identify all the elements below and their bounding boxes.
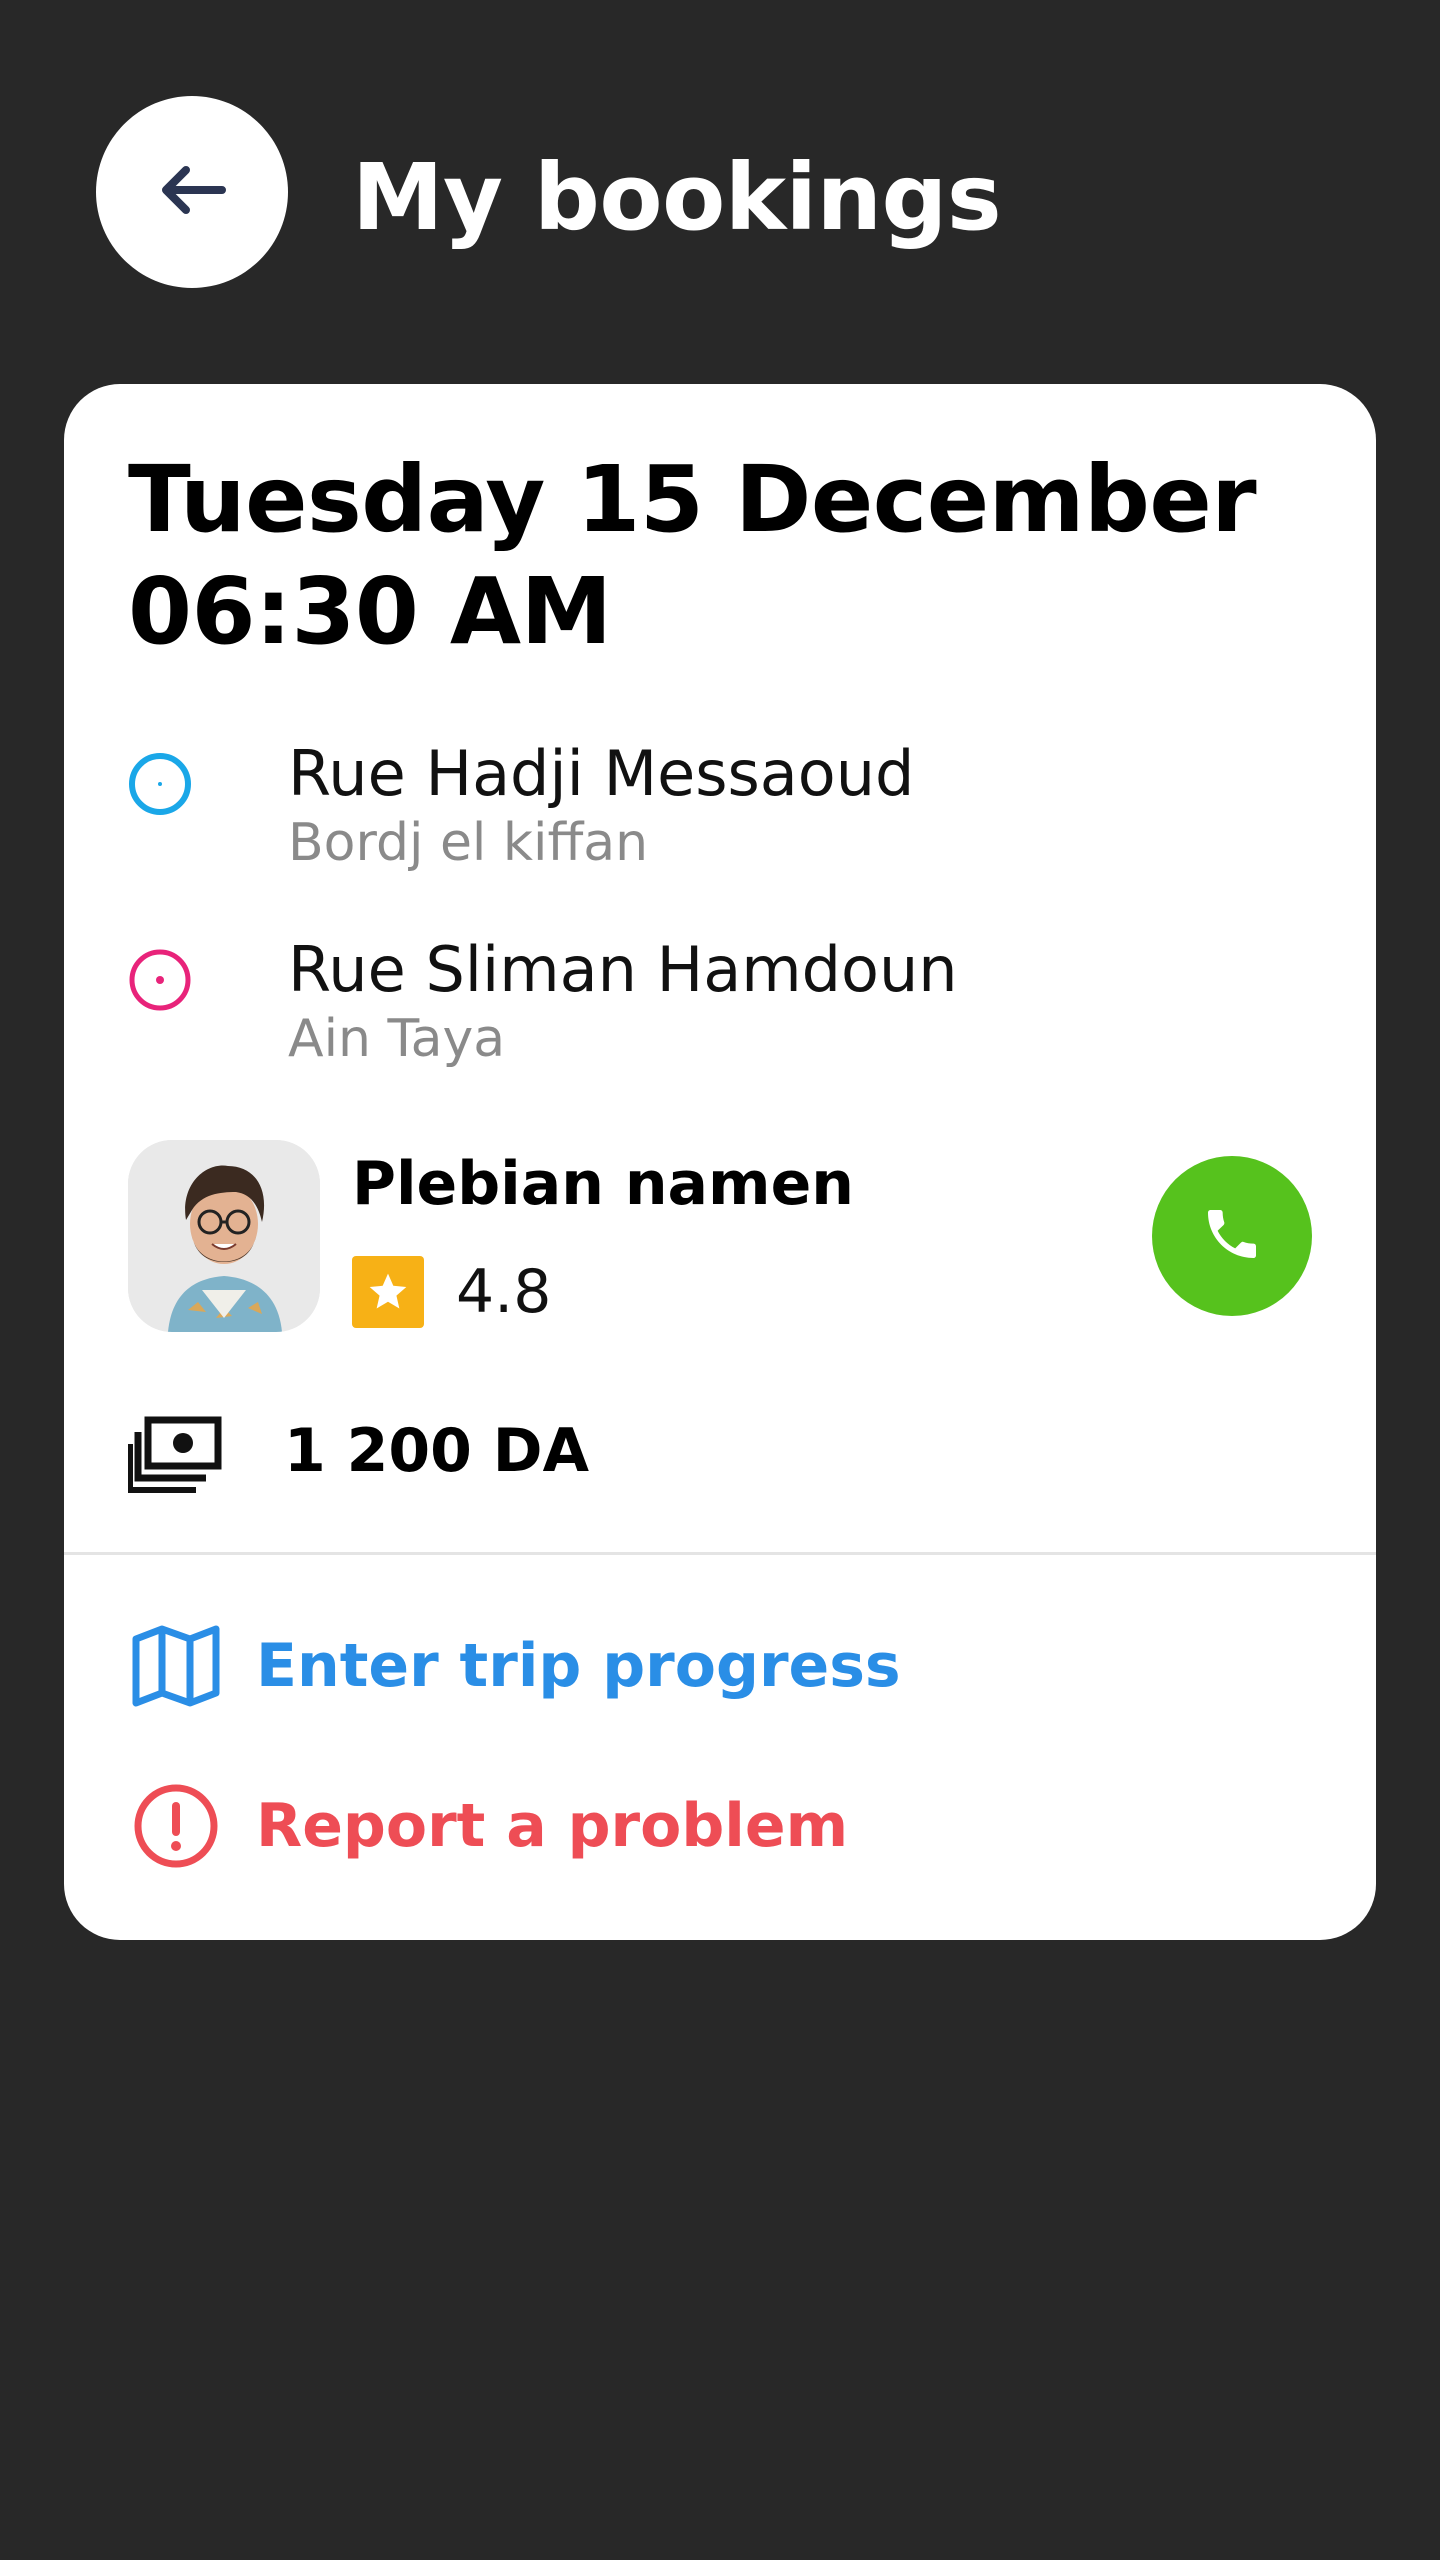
call-driver-button[interactable] xyxy=(1152,1156,1312,1316)
pickup-dot-icon xyxy=(128,752,192,816)
report-problem-label: Report a problem xyxy=(256,1791,849,1861)
page-title: My bookings xyxy=(352,144,1002,251)
booking-date: Tuesday 15 December xyxy=(128,446,1257,553)
driver-name: Plebian namen xyxy=(352,1149,854,1219)
money-icon xyxy=(127,1414,224,1494)
booking-time: 06:30 AM xyxy=(128,558,612,665)
pickup-name: Rue Hadji Messaoud xyxy=(288,737,915,810)
star-icon xyxy=(352,1256,424,1328)
enter-trip-progress-label: Enter trip progress xyxy=(256,1631,901,1701)
booking-datetime: Tuesday 15 December 06:30 AM xyxy=(128,444,1328,668)
map-icon xyxy=(128,1618,224,1714)
pickup-area: Bordj el kiffan xyxy=(288,813,649,873)
alert-circle-icon xyxy=(128,1778,224,1874)
phone-icon xyxy=(1200,1202,1264,1270)
driver-rating: 4.8 xyxy=(456,1257,552,1327)
enter-trip-progress-button[interactable]: Enter trip progress xyxy=(128,1618,1028,1714)
driver-avatar xyxy=(128,1140,320,1332)
booking-card: Tuesday 15 December 06:30 AM Rue Hadji M… xyxy=(64,384,1376,1940)
back-button[interactable] xyxy=(96,96,288,288)
divider xyxy=(64,1552,1376,1555)
report-problem-button[interactable]: Report a problem xyxy=(128,1778,1028,1874)
dropoff-area: Ain Taya xyxy=(288,1009,506,1069)
dropoff-dot-icon xyxy=(128,948,192,1012)
arrow-left-icon xyxy=(156,162,228,222)
booking-price: 1 200 DA xyxy=(284,1416,590,1486)
dropoff-name: Rue Sliman Hamdoun xyxy=(288,933,958,1006)
